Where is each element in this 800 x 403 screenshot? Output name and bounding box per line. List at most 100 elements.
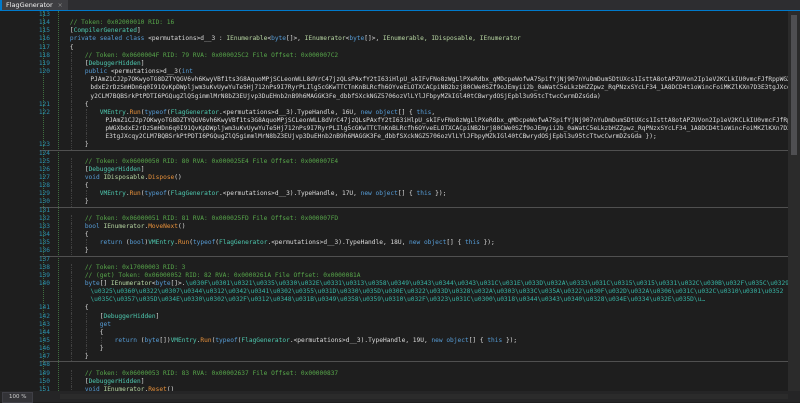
line-number: 136 <box>38 247 50 255</box>
code-line-continuation[interactable]: PJAmZ1CJ2p7OKwyoTG8DZTYQGV6vh6KwyVBf1ts3… <box>0 76 788 85</box>
horizontal-scrollbar[interactable] <box>60 394 788 399</box>
code-line[interactable]: 130} <box>0 198 788 207</box>
code-text: } <box>85 141 89 149</box>
code-token: , 19U, <box>405 337 432 344</box>
code-line[interactable]: 136} <box>0 247 788 256</box>
code-line[interactable]: 132 // Token: 0x06000051 RID: 81 RVA: 0x0… <box>0 214 788 223</box>
code-line[interactable]: 143 get <box>0 320 788 329</box>
indent-guide <box>70 304 72 313</box>
code-line[interactable]: 145 return (byte[])VMEntry.Run(typeof(Fla… <box>0 337 788 346</box>
code-line-continuation[interactable]: bdxE2rDzSmHDn6q0I91QvKpDWpljwm3uKvUywYuT… <box>0 84 788 93</box>
code-text: [DebuggerHidden] <box>100 313 160 321</box>
code-token: []) <box>159 337 171 344</box>
code-token: TypeHandle <box>368 337 406 344</box>
code-line[interactable]: 147} <box>0 353 788 362</box>
code-line[interactable]: 113 <box>0 11 788 19</box>
code-token: } <box>99 345 104 353</box>
indent-guide <box>70 288 72 297</box>
indent-guide <box>70 320 72 329</box>
code-line[interactable]: 126 [DebuggerHidden] <box>0 165 788 174</box>
code-text: private sealed class <permutations>d__3 … <box>70 35 521 43</box>
code-line[interactable]: 146} <box>0 345 788 354</box>
scrollbar-thumb[interactable] <box>791 15 797 155</box>
code-line[interactable]: 138 // Token: 0x17000003 RID: 3 <box>0 263 788 272</box>
code-line[interactable]: 115 [CompilerGenerated] <box>0 27 788 35</box>
code-line[interactable]: 133 bool IEnumerator.MoveNext() <box>0 222 788 232</box>
code-line-continuation[interactable]: y2CLM7BQBSrkPtPDTI6PGQugZlQ5gimmlMrN8bZ3… <box>0 92 788 101</box>
code-line[interactable]: 142 [DebuggerHidden] <box>0 312 788 321</box>
code-token: ] <box>136 27 141 35</box>
code-line[interactable]: 127 void IDisposable.Dispose() <box>0 174 788 183</box>
line-number: 114 <box>38 19 50 27</box>
code-line[interactable]: 137 <box>0 256 788 264</box>
indent-guide <box>70 345 72 354</box>
code-line[interactable]: 123} <box>0 141 788 150</box>
code-line[interactable]: 139 // (get) Token: 0x06000052 RID: 82 RV… <box>0 271 788 280</box>
code-token: () <box>174 174 182 181</box>
indent-guide <box>85 239 87 248</box>
code-line[interactable]: 116 private sealed class <permutations>d_… <box>0 35 788 43</box>
line-number: 143 <box>38 320 50 328</box>
line-number: 120 <box>38 68 50 76</box>
code-token: , 16U, <box>334 108 361 116</box>
indent-guide <box>70 108 72 117</box>
code-line[interactable]: 131 <box>0 207 788 215</box>
code-text: } <box>85 353 89 361</box>
code-text: \u0325\u0360\u0322\u0307\u0344\u0312\u03… <box>90 288 783 296</box>
indent-guide <box>85 125 87 134</box>
code-token: return <box>114 337 141 344</box>
code-line[interactable]: 119 [DebuggerHidden] <box>0 59 788 69</box>
indent-guide <box>70 377 72 386</box>
code-line[interactable]: 149 // Token: 0x06000053 RID: 83 RVA: 0x0… <box>0 369 788 378</box>
code-line[interactable]: 134 { <box>0 231 788 240</box>
code-text: // Token: 0x0600004F RID: 79 RVA: 0x0000… <box>85 52 338 60</box>
line-number: 119 <box>38 59 50 67</box>
code-line[interactable]: 122 VMEntry.Run(typeof(FlagGenerator.<per… <box>0 108 788 117</box>
line-number: 135 <box>38 239 50 247</box>
indent-guide <box>70 133 72 142</box>
code-line[interactable]: 118 // Token: 0x0600004F RID: 79 RVA: 0x0… <box>0 51 788 60</box>
code-line-continuation[interactable]: E3tgJXcqy2CLM7BQBSrkPtPDTI6PGQugZlQ5gimm… <box>0 133 788 142</box>
code-line[interactable]: 114 // Token: 0x02000010 RID: 16 <box>0 19 788 27</box>
tab-flaggenerator[interactable]: FlagGenerator × <box>0 0 68 10</box>
code-line[interactable]: 120 public <permutations>d__3(int <box>0 68 788 77</box>
vertical-scrollbar[interactable] <box>788 11 800 391</box>
code-token: IEnumerable <box>226 35 268 43</box>
tab-title: FlagGenerator <box>6 1 53 9</box>
zoom-level-select[interactable]: 100 % <box>2 392 34 403</box>
code-line[interactable]: 121 { <box>0 100 788 109</box>
code-line[interactable]: 129 VMEntry.Run(typeof(FlagGenerator.<per… <box>0 190 788 199</box>
indent-guide <box>70 51 72 60</box>
code-line-continuation[interactable]: \u035C\u0357\u035D\u034E\u0330\u0302\u03… <box>0 296 788 305</box>
line-number: 128 <box>38 182 50 190</box>
code-line-continuation[interactable]: PJAmZ1CJ2p7OKwyoTG8DZTYQGV6vh6KwyVBf1ts3… <box>0 116 788 126</box>
code-line[interactable]: 124 <box>0 150 788 158</box>
indent-guide <box>85 116 87 126</box>
code-token: \u030F\u0301\u0321\u0335\u0330\u032E\u03… <box>185 279 788 287</box>
indent-guide <box>85 328 87 337</box>
code-text: return (byte[])VMEntry.Run(typeof(FlagGe… <box>115 337 517 345</box>
code-token: this <box>416 108 432 116</box>
code-editor[interactable]: 113 114 // Token: 0x02000010 RID: 16 115 [Co… <box>0 11 788 391</box>
code-line-continuation[interactable]: \u0325\u0360\u0322\u0307\u0344\u0312\u03… <box>0 288 788 297</box>
close-icon[interactable]: × <box>58 2 63 9</box>
code-line[interactable]: 128 { <box>0 182 788 191</box>
code-line[interactable]: 141 { <box>0 304 788 313</box>
code-line[interactable]: 125 // Token: 0x06000050 RID: 80 RVA: 0x0… <box>0 157 788 166</box>
code-line[interactable]: 144 { <box>0 328 788 337</box>
code-line[interactable]: 148 <box>0 361 788 369</box>
code-token: \u035C\u0357\u035D\u034E\u0330\u0302\u03… <box>90 296 706 304</box>
code-line[interactable]: 117 { <box>0 44 788 52</box>
code-line-continuation[interactable]: pWGXbdxE2rDzSmHDn6q0I91QvKpDWpljwm3uKvUy… <box>0 125 788 134</box>
code-line[interactable]: 135 return (bool)VMEntry.Run(typeof(FlagG… <box>0 239 788 248</box>
code-token: [] { <box>446 239 465 247</box>
code-token: ] <box>140 165 145 173</box>
line-number: 127 <box>38 174 50 181</box>
code-line[interactable]: 150 [DebuggerHidden] <box>0 377 788 386</box>
code-token: VMEntry <box>170 337 197 344</box>
code-token: Run <box>178 239 190 247</box>
code-token: VMEntry <box>99 190 126 198</box>
indent-guide <box>85 345 87 354</box>
line-number: 142 <box>38 312 50 320</box>
code-line[interactable]: 140 byte[] IEnumerator<byte[]>.\u030F\u03… <box>0 279 788 289</box>
